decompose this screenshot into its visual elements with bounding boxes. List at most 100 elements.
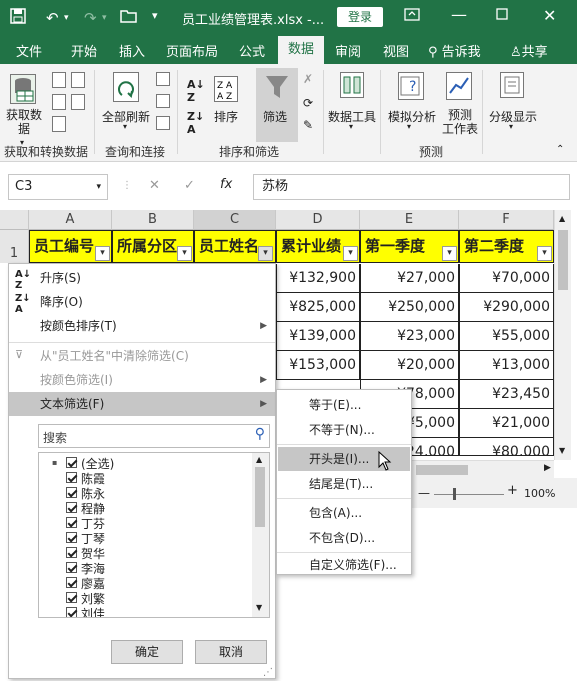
share-button[interactable]: ♙共享 <box>510 41 548 60</box>
collapse-ribbon-icon[interactable]: ⌃ <box>556 144 564 155</box>
enter-icon[interactable]: ✓ <box>184 178 195 193</box>
zoom-slider-track[interactable] <box>434 494 504 495</box>
from-text-icon[interactable] <box>52 72 66 88</box>
whatif-dropdown-icon[interactable]: ▾ <box>407 122 411 131</box>
checkbox[interactable] <box>66 592 77 603</box>
ok-button[interactable]: 确定 <box>111 640 183 664</box>
vertical-scrollbar[interactable]: ▲ ▼ <box>554 210 571 460</box>
recent-sources-icon[interactable] <box>71 72 85 88</box>
outline-dropdown-icon[interactable]: ▾ <box>509 122 513 131</box>
maximize-icon[interactable] <box>496 8 508 24</box>
scroll-up-icon[interactable]: ▲ <box>256 455 262 464</box>
list-scrollbar[interactable]: ▲ ▼ <box>252 453 269 617</box>
sort-ascending-item[interactable]: 升序(S) <box>9 266 275 290</box>
checkbox[interactable] <box>66 577 77 588</box>
sort-button[interactable]: 排序 <box>210 108 242 125</box>
filter-dropdown-icon[interactable]: ▾ <box>343 246 358 261</box>
filter-dropdown-icon[interactable]: ▾ <box>95 246 110 261</box>
table-cell[interactable]: ¥139,000 <box>276 322 360 351</box>
customize-qat-icon[interactable]: ▾ <box>152 9 158 22</box>
zoom-level[interactable]: 100% <box>524 487 555 500</box>
sort-az-icon[interactable]: A↓ Z <box>187 78 205 104</box>
checkbox[interactable] <box>66 607 77 617</box>
tell-me-search[interactable]: ⚲ 告诉我 <box>428 41 481 60</box>
custom-filter-item[interactable]: 自定义筛选(F)... <box>278 553 410 577</box>
sort-za-icon[interactable]: Z↓ A <box>187 110 204 136</box>
table-cell[interactable]: ¥27,000 <box>360 264 459 293</box>
minimize-icon[interactable]: — <box>451 5 467 24</box>
tab-review[interactable]: 审阅 <box>335 41 361 60</box>
checkbox[interactable] <box>66 547 77 558</box>
tree-collapse-icon[interactable]: ▪ <box>52 458 57 467</box>
scroll-right-icon[interactable]: ▶ <box>544 463 551 473</box>
table-cell[interactable]: ¥825,000 <box>276 293 360 322</box>
data-tools-icon[interactable] <box>340 72 364 98</box>
table-cell[interactable]: ¥132,900 <box>276 264 360 293</box>
contains-item[interactable]: 包含(A)... <box>278 501 410 525</box>
filter-dropdown-icon[interactable]: ▾ <box>537 246 552 261</box>
existing-connections-icon[interactable] <box>71 94 85 110</box>
select-all-corner[interactable] <box>0 210 29 230</box>
cancel-button[interactable]: 取消 <box>195 640 267 664</box>
zoom-in-icon[interactable]: + <box>507 483 518 498</box>
tab-formulas[interactable]: 公式 <box>239 41 265 60</box>
sort-dialog-icon[interactable]: Z AA Z <box>214 76 238 102</box>
horizontal-scrollbar[interactable]: ▶ <box>412 460 554 478</box>
refresh-dropdown-icon[interactable]: ▾ <box>123 122 127 131</box>
cancel-entry-icon[interactable]: ✕ <box>149 178 160 193</box>
tab-file[interactable]: 文件 <box>16 41 42 60</box>
tab-home[interactable]: 开始 <box>71 41 97 60</box>
column-header-d[interactable]: D <box>276 210 360 230</box>
checkbox[interactable] <box>66 562 77 573</box>
table-cell[interactable]: ¥80,000 <box>459 438 554 456</box>
list-item[interactable]: 刘佳 <box>81 605 105 617</box>
filter-dropdown-icon[interactable]: ▾ <box>177 246 192 261</box>
vertical-scroll-thumb[interactable] <box>558 230 568 290</box>
formula-input[interactable]: 苏杨 <box>253 174 570 200</box>
forecast-sheet-button[interactable]: 预测 工作表 <box>440 108 480 136</box>
resize-grip-icon[interactable]: ⋰ <box>263 667 273 678</box>
ribbon-display-options-icon[interactable] <box>403 5 421 27</box>
open-folder-icon[interactable] <box>120 9 138 27</box>
tab-data[interactable]: 数据 <box>278 36 324 64</box>
filter-search-input[interactable]: 搜索 ⚲ <box>38 424 270 448</box>
zoom-out-icon[interactable]: — <box>418 486 430 500</box>
scroll-down-icon[interactable]: ▼ <box>559 446 565 455</box>
table-cell[interactable]: ¥23,450 <box>459 380 554 409</box>
advanced-filter-icon[interactable]: ✎ <box>303 118 313 132</box>
zoom-slider-thumb[interactable] <box>453 488 456 500</box>
name-box[interactable]: C3 ▾ <box>8 174 108 200</box>
table-cell[interactable]: ¥23,000 <box>360 322 459 351</box>
table-cell[interactable]: ¥20,000 <box>360 351 459 380</box>
refresh-all-icon[interactable] <box>113 72 139 102</box>
sort-descending-item[interactable]: 降序(O) <box>9 290 275 314</box>
does-not-equal-item[interactable]: 不等于(N)... <box>278 418 410 442</box>
close-icon[interactable]: ✕ <box>543 6 556 25</box>
column-header-c[interactable]: C <box>194 210 276 230</box>
equals-item[interactable]: 等于(E)... <box>278 393 410 417</box>
checkbox[interactable] <box>66 472 77 483</box>
database-icon[interactable] <box>10 74 36 104</box>
horizontal-scroll-thumb[interactable] <box>416 465 468 475</box>
outline-icon[interactable] <box>500 72 524 98</box>
table-cell[interactable]: ¥250,000 <box>360 293 459 322</box>
get-data-button[interactable]: 获取数 据 <box>3 108 45 136</box>
whatif-icon[interactable]: ? <box>398 72 424 100</box>
table-cell[interactable]: ¥153,000 <box>276 351 360 380</box>
properties-icon[interactable] <box>156 94 170 108</box>
table-cell[interactable]: ¥13,000 <box>459 351 554 380</box>
from-table-icon[interactable] <box>52 116 66 132</box>
forecast-icon[interactable] <box>446 72 472 100</box>
does-not-contain-item[interactable]: 不包含(D)... <box>278 526 410 550</box>
checkbox[interactable] <box>66 532 77 543</box>
tab-insert[interactable]: 插入 <box>119 41 145 60</box>
filter-dropdown-icon[interactable]: ▾ <box>258 246 273 261</box>
undo-dropdown-icon[interactable]: ▾ <box>64 13 69 23</box>
scroll-down-icon[interactable]: ▼ <box>256 603 262 612</box>
checkbox[interactable] <box>66 457 77 468</box>
name-box-dropdown-icon[interactable]: ▾ <box>96 175 101 199</box>
reapply-icon[interactable]: ⟳ <box>303 96 313 110</box>
undo-icon[interactable]: ↶ <box>46 9 59 27</box>
text-filters-item[interactable]: 文本筛选(F) ▶ <box>9 392 275 416</box>
tab-view[interactable]: 视图 <box>383 41 409 60</box>
